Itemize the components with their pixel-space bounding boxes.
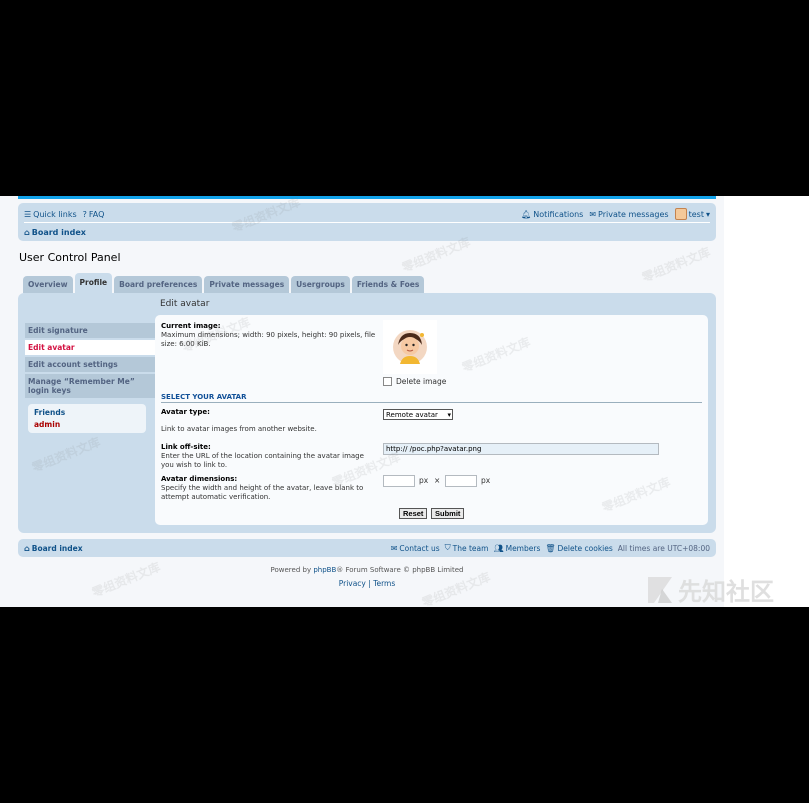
bell-icon: 🔔︎ [521,209,532,219]
breadcrumb-board-index[interactable]: ⌂ Board index [24,228,86,237]
inbox-icon: ✉ [589,209,597,219]
current-avatar-image [383,320,437,374]
quick-links-menu[interactable]: ☰ Quick links [24,210,77,219]
friends-box: Friends admin [28,404,146,433]
envelope-icon: ✉ [390,543,398,553]
times-sign: × [434,476,441,485]
avatar-url-input[interactable]: http:// /poc.php?avatar.png [383,443,659,455]
tab-board-preferences[interactable]: Board preferences [114,276,203,293]
reset-button[interactable]: Reset [399,508,428,519]
faq-label: FAQ [88,209,105,219]
logo-mark-icon [648,576,672,603]
current-image-label: Current image: [161,322,221,330]
delete-cookies-label: Delete cookies [557,543,613,553]
avatar-dimensions-label: Avatar dimensions: [161,475,238,483]
forum-page: ☰ Quick links ? FAQ 🔔︎ Notifications ✉ P… [0,196,809,607]
avatar [674,208,687,220]
sidebar: Edit signature Edit avatar Edit account … [25,323,155,433]
footer-separator: | [368,579,371,588]
quick-links-label: Quick links [33,209,77,219]
contact-us-link[interactable]: ✉ Contact us [391,544,440,553]
the-team-link[interactable]: ⛉ The team [445,543,489,553]
powered-suffix: ® Forum Software © phpBB Limited [336,566,464,574]
footer-links: Privacy | Terms [0,579,734,588]
delete-image-option[interactable]: Delete image [383,377,446,386]
avatar-type-label: Avatar type: [161,408,210,416]
notifications-label: Notifications [533,209,584,219]
page-title: User Control Panel [19,251,121,264]
faq-link[interactable]: ? FAQ [83,210,105,219]
sidebar-item-edit-avatar[interactable]: Edit avatar [25,340,155,355]
sidebar-item-remember-me-keys[interactable]: Manage “Remember Me” login keys [25,374,155,398]
height-unit: px [481,476,491,485]
avatar-dimensions-explain: Specify the width and height of the avat… [161,484,364,501]
trash-icon: 🗑︎ [545,543,556,553]
sidebar-item-edit-signature[interactable]: Edit signature [25,323,155,338]
the-team-label: The team [452,543,489,553]
link-offsite-explain: Enter the URL of the location containing… [161,452,364,469]
link-offsite-label: Link off-site: [161,443,211,451]
privacy-link[interactable]: Privacy [339,579,366,588]
home-icon: ⌂ [24,543,30,553]
form-heading: Edit avatar [160,299,210,309]
board-index-label: Board index [31,227,86,237]
remote-avatar-explain: Link to avatar images from another websi… [161,425,317,433]
members-label: Members [505,543,541,553]
username: test [688,209,704,219]
hamburger-icon: ☰ [24,209,32,219]
private-messages-label: Private messages [598,209,669,219]
delete-image-label: Delete image [396,377,447,386]
sidebar-item-edit-account-settings[interactable]: Edit account settings [25,357,155,372]
friends-title: Friends [34,408,66,417]
tab-overview[interactable]: Overview [23,276,73,293]
contact-us-label: Contact us [399,543,440,553]
footer-board-index[interactable]: ⌂ Board index [24,544,83,553]
site-logo: 先知社区 [646,572,774,607]
watermark-text: 零组资料文库 [640,244,713,285]
width-unit: px [419,476,429,485]
avatar-form: Current image: Maximum dimensions; width… [155,315,708,525]
private-messages-link[interactable]: ✉ Private messages [589,210,668,219]
friend-user-link[interactable]: admin [34,420,140,429]
avatar-type-select[interactable]: Remote avatar ▾ [383,409,453,420]
home-icon: ⌂ [24,227,30,237]
avatar-type-value: Remote avatar [386,411,438,419]
notifications-link[interactable]: 🔔︎ Notifications [521,210,583,219]
timezone-text: All times are UTC+08:00 [617,543,710,553]
logo-text: 先知社区 [678,578,774,606]
question-icon: ? [82,209,87,219]
navbar: ☰ Quick links ? FAQ 🔔︎ Notifications ✉ P… [18,203,716,241]
footer-navbar: ⌂ Board index ✉ Contact us ⛉ The team 👥︎… [18,539,716,557]
chevron-down-icon: ▾ [447,411,451,419]
powered-prefix: Powered by [270,566,314,574]
ucp-panel: Edit signature Edit avatar Edit account … [18,293,716,533]
tab-friends-foes[interactable]: Friends & Foes [351,276,425,293]
phpbb-link[interactable]: phpBB [313,566,336,574]
caret-down-icon: ▾ [705,209,710,219]
tab-profile[interactable]: Profile [74,273,113,293]
members-link[interactable]: 👥︎ Members [493,544,540,553]
footer-board-index-label: Board index [31,543,83,553]
terms-link[interactable]: Terms [373,579,395,588]
copyright-line: Powered by phpBB® Forum Software © phpBB… [0,566,734,574]
tab-usergroups[interactable]: Usergroups [291,276,350,293]
page-margin [724,196,809,607]
section-title: SELECT YOUR AVATAR [161,393,702,403]
delete-cookies-link[interactable]: 🗑︎ Delete cookies [545,544,612,553]
current-image-explain: Maximum dimensions; width: 90 pixels, he… [161,331,376,348]
shield-icon: ⛉ [444,543,451,552]
ucp-tabs: Overview Profile Board preferences Priva… [23,273,425,293]
avatar-illustration-icon [393,330,427,364]
submit-button[interactable]: Submit [431,508,465,519]
avatar-height-input[interactable] [445,475,477,487]
delete-image-checkbox[interactable] [383,377,392,386]
tab-private-messages[interactable]: Private messages [204,276,290,293]
avatar-width-input[interactable] [383,475,415,487]
user-menu[interactable]: test ▾ [674,208,710,220]
header-stripe [18,196,716,199]
group-icon: 👥︎ [493,543,504,553]
